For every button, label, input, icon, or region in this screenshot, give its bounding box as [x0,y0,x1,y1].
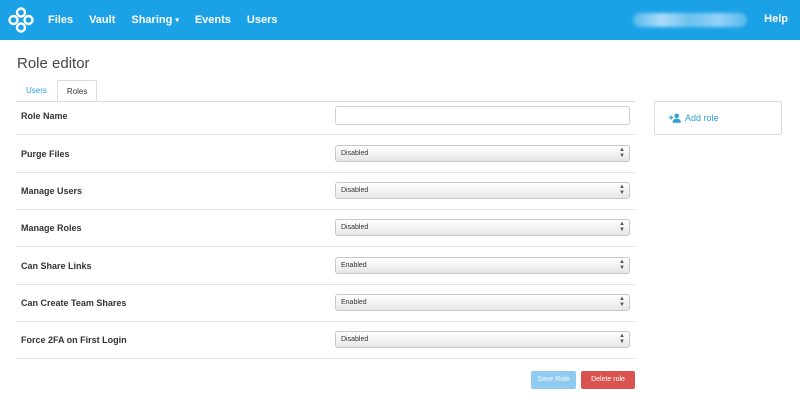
row-manage-roles: Manage Roles Disabled ▲ ▼ [16,210,635,247]
arrow-down-glyph: ▼ [619,153,625,159]
purge-files-value: Disabled [341,150,369,157]
arrow-down-glyph: ▼ [619,265,625,271]
can-create-team-shares-label: Can Create Team Shares [21,298,127,308]
nav-users[interactable]: Users [247,14,278,26]
manage-users-select[interactable]: Disabled ▲ ▼ [335,182,630,199]
can-share-links-select[interactable]: Enabled ▲ ▼ [335,257,630,274]
nav-events[interactable]: Events [195,14,231,26]
nav-sharing-label: Sharing [131,14,173,26]
row-force-2fa: Force 2FA on First Login Disabled ▲ ▼ [16,322,635,359]
sort-arrows-icon: ▲ ▼ [619,296,625,308]
manage-roles-value: Disabled [341,224,369,231]
manage-users-value: Disabled [341,187,369,194]
manage-roles-select[interactable]: Disabled ▲ ▼ [335,219,630,236]
force-2fa-select[interactable]: Disabled ▲ ▼ [335,331,630,348]
can-create-team-shares-select[interactable]: Enabled ▲ ▼ [335,294,630,311]
can-create-team-shares-value: Enabled [341,299,367,306]
force-2fa-label: Force 2FA on First Login [21,335,127,345]
user-account-menu[interactable] [633,13,747,27]
row-purge-files: Purge Files Disabled ▲ ▼ [16,136,635,173]
row-role-name: Role Name [16,98,635,135]
arrow-down-glyph: ▼ [619,190,625,196]
row-manage-users: Manage Users Disabled ▲ ▼ [16,173,635,210]
can-share-links-label: Can Share Links [21,261,92,271]
purge-files-label: Purge Files [21,149,70,159]
force-2fa-value: Disabled [341,336,369,343]
can-share-links-value: Enabled [341,262,367,269]
add-role-label: Add role [685,113,719,123]
sort-arrows-icon: ▲ ▼ [619,333,625,345]
app-logo-icon[interactable] [8,7,34,33]
nav-help[interactable]: Help [764,13,788,25]
delete-role-button[interactable]: Delete role [581,371,635,389]
sort-arrows-icon: ▲ ▼ [619,259,625,271]
arrow-down-glyph: ▼ [619,302,625,308]
sort-arrows-icon: ▲ ▼ [619,221,625,233]
manage-roles-label: Manage Roles [21,223,82,233]
page-title: Role editor [17,55,90,72]
save-role-button[interactable]: Save Role [531,371,576,389]
role-name-input[interactable] [335,106,630,125]
top-navbar: Files Vault Sharing ▾ Events Users Help [0,0,800,40]
add-user-icon [669,113,681,123]
nav-sharing[interactable]: Sharing ▾ [131,14,178,26]
arrow-down-glyph: ▼ [619,339,625,345]
nav-vault[interactable]: Vault [89,14,115,26]
sort-arrows-icon: ▲ ▼ [619,147,625,159]
purge-files-select[interactable]: Disabled ▲ ▼ [335,145,630,162]
add-role-button[interactable]: Add role [654,101,782,135]
nav-files[interactable]: Files [48,14,73,26]
manage-users-label: Manage Users [21,186,83,196]
arrow-down-glyph: ▼ [619,227,625,233]
row-can-share-links: Can Share Links Enabled ▲ ▼ [16,248,635,285]
row-can-create-team-shares: Can Create Team Shares Enabled ▲ ▼ [16,285,635,322]
sort-arrows-icon: ▲ ▼ [619,184,625,196]
role-name-label: Role Name [21,111,68,121]
chevron-down-icon: ▾ [175,17,179,24]
